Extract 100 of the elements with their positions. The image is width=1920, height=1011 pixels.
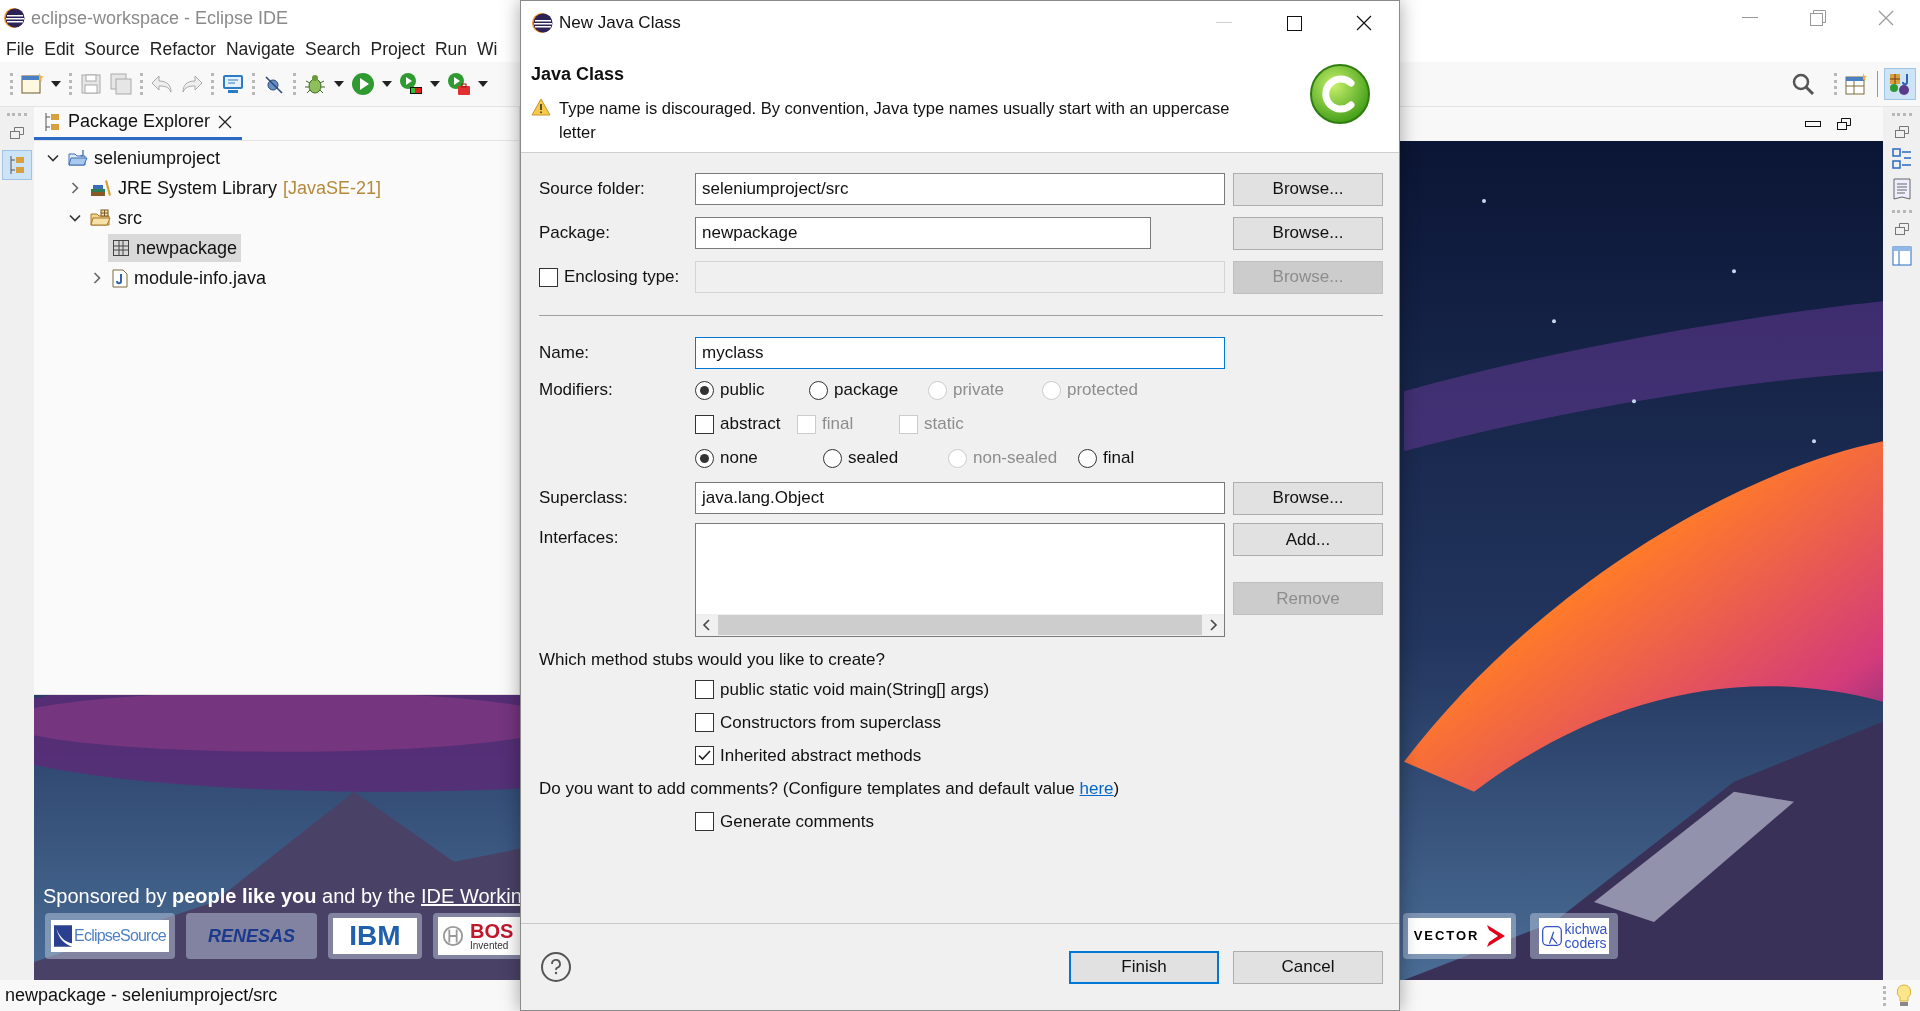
browse-button[interactable]: Browse... xyxy=(1233,481,1383,515)
text-field[interactable]: myclass xyxy=(695,337,1225,369)
sponsor-tagline: Invented xyxy=(470,941,510,951)
sponsor-logo[interactable]: IBM xyxy=(328,913,422,959)
comments-question: Do you want to add comments? (Configure templates and default value here) xyxy=(539,777,1120,800)
view-tab[interactable]: Package Explorer xyxy=(34,106,243,140)
sponsor-logo-text: VECTOR xyxy=(1413,927,1480,946)
checkbox[interactable] xyxy=(695,713,714,732)
browse-button[interactable]: Browse... xyxy=(1233,216,1383,250)
minimize-view-icon[interactable] xyxy=(1805,119,1821,129)
text-field[interactable]: java.lang.Object xyxy=(695,482,1225,514)
dialog-button[interactable]: Cancel xyxy=(1233,950,1383,984)
menu-item[interactable]: Run xyxy=(434,35,468,63)
help-button[interactable] xyxy=(541,952,571,982)
sponsor-logo-text: RENESAS xyxy=(208,924,295,948)
radio-button[interactable]: final xyxy=(1078,445,1135,471)
minimize-icon xyxy=(1216,22,1232,24)
warning-icon xyxy=(531,98,551,116)
field-label: Interfaces: xyxy=(539,528,619,547)
menu-item[interactable]: Navigate xyxy=(225,35,296,63)
status-text: newpackage - seleniumproject/src xyxy=(5,984,278,1007)
sponsor-sentence: Sponsored by people like you and by the IDE Workin xyxy=(43,885,522,907)
menu-item[interactable]: File xyxy=(6,35,35,63)
field-label: Source folder: xyxy=(539,179,645,199)
checkbox[interactable] xyxy=(695,414,714,434)
java-perspective-icon[interactable] xyxy=(1884,68,1916,100)
radio-button[interactable]: public xyxy=(695,377,765,403)
field-label: Superclass: xyxy=(539,488,628,508)
menu-item[interactable]: Project xyxy=(370,35,425,63)
tree-item[interactable]: JRE System Library [JavaSE-21] xyxy=(86,174,386,202)
tree-item[interactable]: newpackage xyxy=(108,234,242,262)
sponsor-logo[interactable]: VECTOR xyxy=(1403,913,1516,959)
add-button[interactable]: Add... xyxy=(1233,523,1383,556)
sponsor-logo[interactable]: EclipseSource xyxy=(45,913,175,959)
close-icon[interactable] xyxy=(218,114,233,129)
project-folder-icon xyxy=(68,149,88,167)
text-field[interactable]: newpackage xyxy=(695,217,1151,249)
sponsor-logo-text: kichwa xyxy=(1564,922,1608,936)
maximize-icon xyxy=(1286,15,1302,31)
sponsor-logo[interactable]: kichwa coders xyxy=(1530,913,1618,959)
radio-button[interactable]: package xyxy=(809,377,899,403)
expand-icon[interactable] xyxy=(69,182,81,194)
eclipse-logo-icon xyxy=(3,7,25,29)
tree-item-label: module-info.java xyxy=(134,266,267,290)
lightbulb-icon xyxy=(1896,983,1912,1008)
menu-item[interactable]: Search xyxy=(305,35,361,63)
chevron-icon xyxy=(1487,925,1506,947)
sponsor-logo-text: BOS xyxy=(470,921,514,941)
checkbox[interactable] xyxy=(695,680,714,699)
checkbox-label: Generate comments xyxy=(720,810,874,833)
expand-icon[interactable] xyxy=(91,272,103,284)
minimize-icon xyxy=(1742,17,1758,19)
menu-item[interactable]: Source xyxy=(84,35,140,63)
task-list-icon[interactable] xyxy=(1890,178,1913,202)
tree-item[interactable]: src xyxy=(86,204,146,232)
menu-item[interactable]: Refactor xyxy=(149,35,216,63)
restore-view-icon[interactable] xyxy=(1837,117,1851,131)
package-icon xyxy=(112,239,130,257)
text-field[interactable]: seleniumproject/src xyxy=(695,173,1225,205)
close-icon xyxy=(1356,15,1372,31)
layout-icon[interactable] xyxy=(1890,245,1913,267)
here-link[interactable]: here xyxy=(1079,778,1114,798)
sponsor-logo-text: IBM xyxy=(349,922,401,950)
restore-icon xyxy=(1810,10,1826,26)
interfaces-list[interactable] xyxy=(695,523,1225,637)
stubs-question: Which method stubs would you like to create? xyxy=(539,649,885,672)
checkbox-label: final xyxy=(822,413,854,436)
package-explorer-icon[interactable] xyxy=(2,150,32,180)
sponsor-logo-text: EclipseSource xyxy=(74,928,166,944)
horizontal-scrollbar[interactable] xyxy=(696,614,1224,636)
checkbox[interactable] xyxy=(695,812,714,831)
window-title: eclipse-workspace - Eclipse IDE xyxy=(31,6,289,30)
tree-item[interactable]: seleniumproject xyxy=(64,144,225,172)
collapse-icon[interactable] xyxy=(69,212,81,224)
checkbox-label: Constructors from superclass xyxy=(720,711,942,734)
outline-icon[interactable] xyxy=(1890,148,1913,170)
close-icon xyxy=(1878,10,1894,26)
tree-item[interactable]: module-info.java xyxy=(108,264,271,292)
working-group-link[interactable]: IDE Workin xyxy=(421,885,522,907)
java-file-icon xyxy=(112,268,128,288)
radio-button[interactable]: none xyxy=(695,445,758,471)
tree-item-label: src xyxy=(118,206,142,230)
collapse-icon[interactable] xyxy=(47,152,59,164)
radio-button[interactable]: sealed xyxy=(823,445,899,471)
menu-item[interactable]: Edit xyxy=(44,35,75,63)
view-tab-label: Package Explorer xyxy=(68,110,211,133)
dialog-button[interactable]: Finish xyxy=(1069,950,1219,984)
class-icon xyxy=(1309,63,1371,125)
tree-item-label: newpackage xyxy=(136,236,238,260)
field-label: Package: xyxy=(539,223,610,243)
checkbox-label: abstract xyxy=(720,413,781,436)
source-folder-icon xyxy=(90,209,112,227)
menu-item[interactable]: Wi xyxy=(477,35,498,63)
browse-button[interactable]: Browse... xyxy=(1233,172,1383,206)
checkbox[interactable] xyxy=(695,746,714,765)
sponsor-logo-text: coders xyxy=(1564,936,1608,950)
app-logo-icon xyxy=(531,12,553,34)
checkbox-label: Enclosing type: xyxy=(564,266,680,289)
dialog-title: New Java Class xyxy=(559,12,681,35)
checkbox-label: public static void main(String[] args) xyxy=(720,678,990,701)
